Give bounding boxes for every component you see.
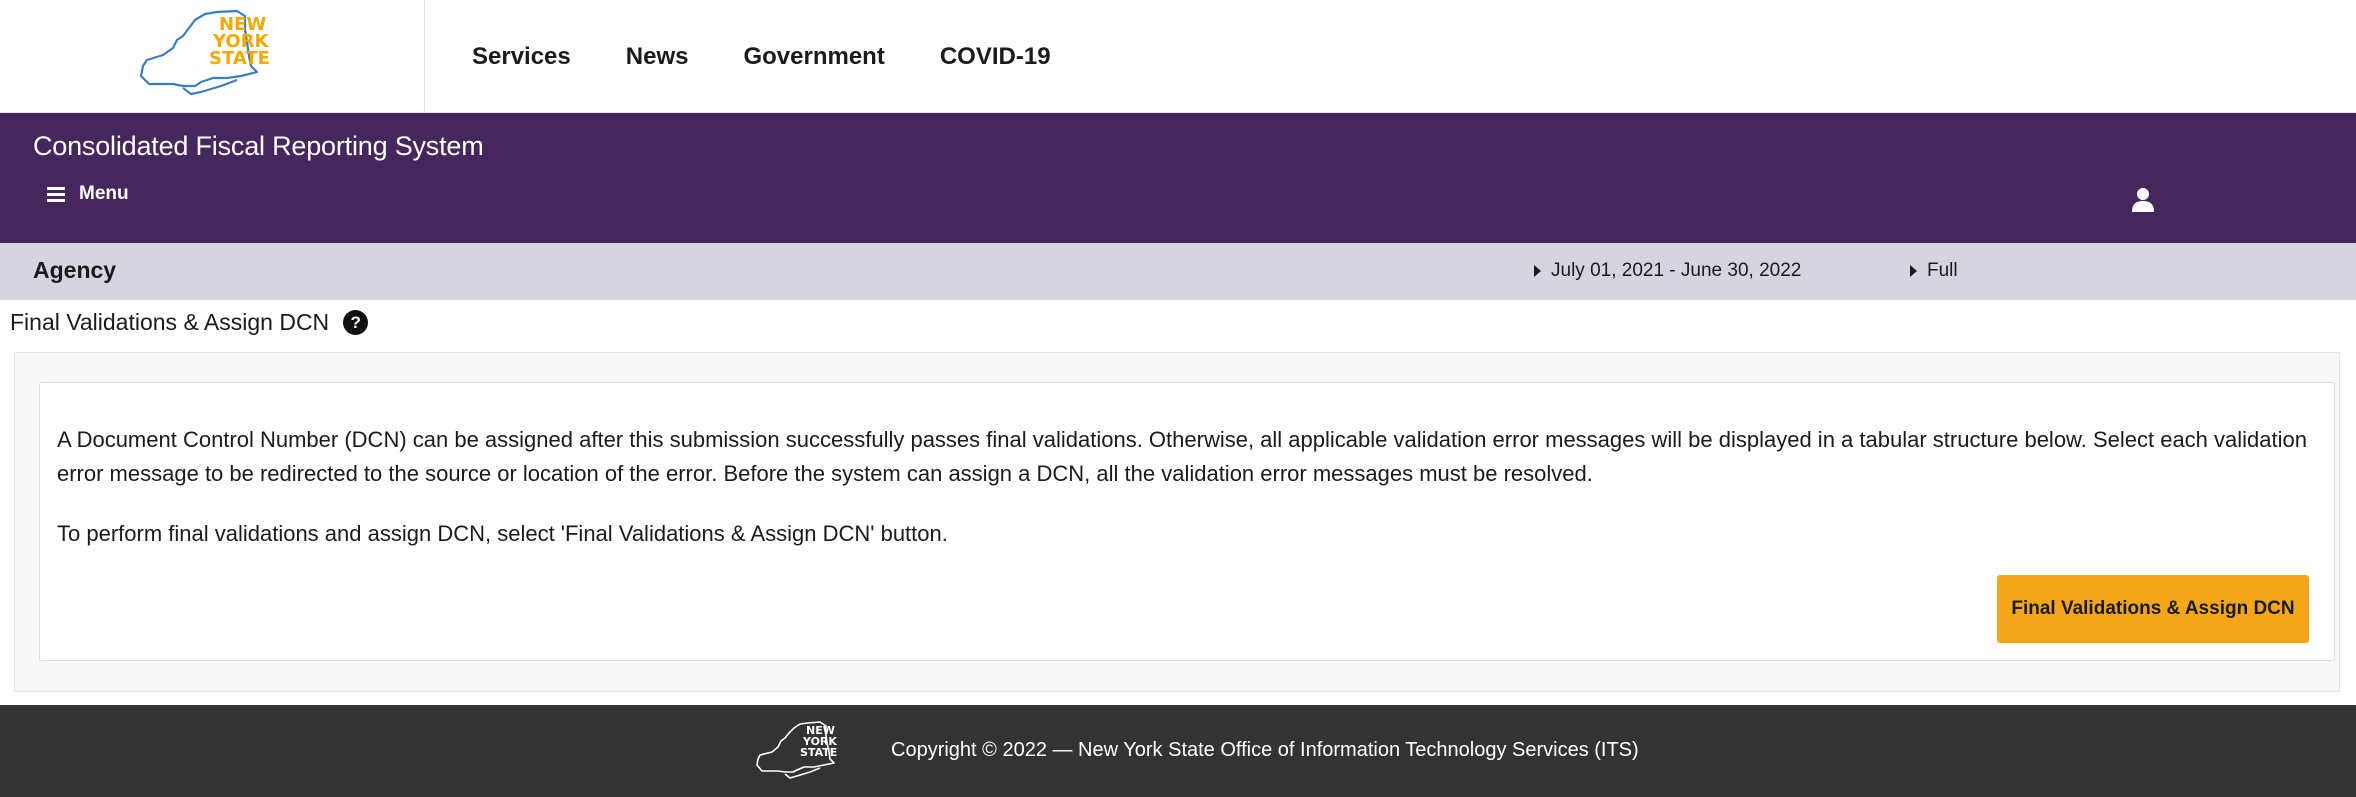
context-bar: Agency July 01, 2021 - June 30, 2022 Ful… [0,243,2356,300]
submission-type-selector[interactable]: Full [1910,260,1958,282]
global-header: NEW YORK STATE Services News Government … [0,0,2356,113]
caret-right-icon [1534,265,1541,277]
logo-word-3: STATE [209,48,270,69]
reporting-period-selector[interactable]: July 01, 2021 - June 30, 2022 [1534,260,1801,282]
app-title: Consolidated Fiscal Reporting System [33,131,484,161]
submission-type-text: Full [1927,260,1958,281]
page-title: Final Validations & Assign DCN [10,309,330,335]
instructions-card: A Document Control Number (DCN) can be a… [39,382,2335,661]
footer-nys-logo: NEW YORK STATE [752,719,856,781]
nav-government[interactable]: Government [743,40,884,74]
agency-label: Agency [33,257,117,283]
footer-copyright: Copyright © 2022 — New York State Office… [891,739,1639,761]
footer: NEW YORK STATE Copyright © 2022 — New Yo… [0,705,2356,797]
menu-label: Menu [79,183,129,204]
nav-covid-19[interactable]: COVID-19 [940,40,1051,74]
hamburger-icon [47,187,65,202]
user-icon[interactable] [2131,187,2155,213]
page-title-row: Final Validations & Assign DCN ? [10,309,369,336]
caret-right-icon [1910,265,1917,277]
content-panel: A Document Control Number (DCN) can be a… [14,352,2340,692]
logo-cell: NEW YORK STATE [0,0,425,112]
nys-logo[interactable]: NEW YORK STATE [133,6,293,98]
nav-news[interactable]: News [626,40,689,74]
final-validations-assign-dcn-button[interactable]: Final Validations & Assign DCN [1997,575,2309,643]
nav-services[interactable]: Services [472,40,571,74]
action-hint-paragraph: To perform final validations and assign … [57,521,948,546]
menu-button[interactable]: Menu [47,183,129,205]
app-bar: Consolidated Fiscal Reporting System Men… [0,113,2356,243]
help-icon[interactable]: ? [343,310,369,335]
top-nav: Services News Government COVID-19 [472,40,1106,74]
reporting-period-text: July 01, 2021 - June 30, 2022 [1551,260,1802,281]
footer-logo-word-3: STATE [800,746,838,759]
instructions-paragraph: A Document Control Number (DCN) can be a… [57,427,2307,486]
